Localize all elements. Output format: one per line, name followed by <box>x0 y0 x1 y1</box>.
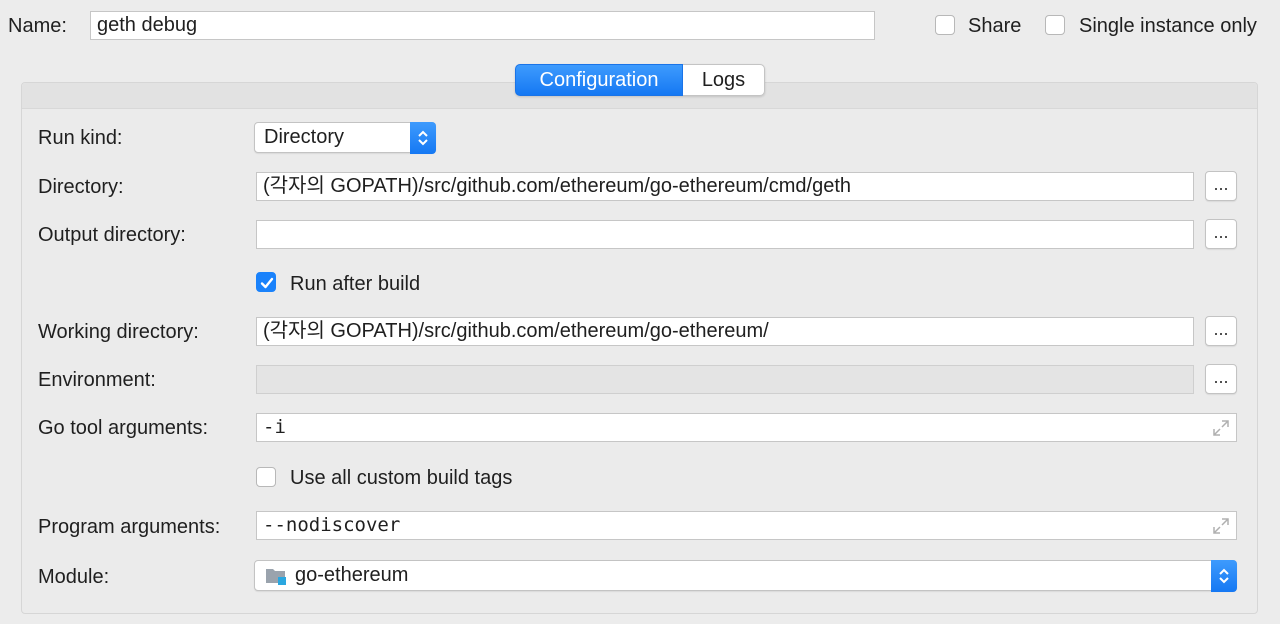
run-after-build-label: Run after build <box>290 273 421 295</box>
use-custom-build-tags-label: Use all custom build tags <box>290 467 513 489</box>
run-kind-value: Directory <box>264 126 345 148</box>
environment-browse-button[interactable]: ... <box>1205 364 1237 394</box>
run-kind-select[interactable]: Directory <box>254 122 436 154</box>
share-label: Share <box>968 15 1022 37</box>
module-select[interactable]: go-ethereum <box>254 560 1237 592</box>
tab-configuration[interactable]: Configuration <box>515 64 683 96</box>
name-label: Name: <box>8 15 67 37</box>
working-directory-field[interactable]: (각자의 GOPATH)/src/github.com/ethereum/go-… <box>256 317 1194 346</box>
single-instance-label: Single instance only <box>1079 15 1257 37</box>
working-directory-browse-button[interactable]: ... <box>1205 316 1237 346</box>
directory-label: Directory: <box>38 176 124 198</box>
program-arguments-label: Program arguments: <box>38 516 221 538</box>
output-directory-browse-button[interactable]: ... <box>1205 219 1237 249</box>
tab-bar: Configuration Logs <box>515 64 765 96</box>
chevron-up-down-icon <box>1211 560 1237 592</box>
single-instance-checkbox[interactable] <box>1045 15 1065 35</box>
program-arguments-field[interactable]: --nodiscover <box>256 511 1237 540</box>
output-directory-label: Output directory: <box>38 224 186 246</box>
directory-field[interactable]: (각자의 GOPATH)/src/github.com/ethereum/go-… <box>256 172 1194 201</box>
use-custom-build-tags-checkbox[interactable] <box>256 467 276 487</box>
name-field[interactable]: geth debug <box>90 11 875 40</box>
expand-icon[interactable] <box>1212 517 1230 535</box>
environment-field[interactable] <box>256 365 1194 394</box>
tab-logs[interactable]: Logs <box>683 64 765 96</box>
go-tool-arguments-field[interactable]: -i <box>256 413 1237 442</box>
run-kind-label: Run kind: <box>38 127 123 149</box>
checkmark-icon <box>260 277 274 289</box>
directory-browse-button[interactable]: ... <box>1205 171 1237 201</box>
run-after-build-checkbox[interactable] <box>256 272 276 292</box>
program-arguments-value: --nodiscover <box>263 514 401 536</box>
environment-label: Environment: <box>38 369 156 391</box>
go-tool-arguments-label: Go tool arguments: <box>38 417 209 439</box>
working-directory-label: Working directory: <box>38 321 199 343</box>
module-folder-icon <box>266 569 286 585</box>
go-tool-arguments-value: -i <box>263 416 286 438</box>
share-checkbox[interactable] <box>935 15 955 35</box>
expand-icon[interactable] <box>1212 419 1230 437</box>
chevron-up-down-icon <box>410 122 436 154</box>
output-directory-field[interactable] <box>256 220 1194 249</box>
module-label: Module: <box>38 566 110 588</box>
module-value: go-ethereum <box>295 564 409 586</box>
